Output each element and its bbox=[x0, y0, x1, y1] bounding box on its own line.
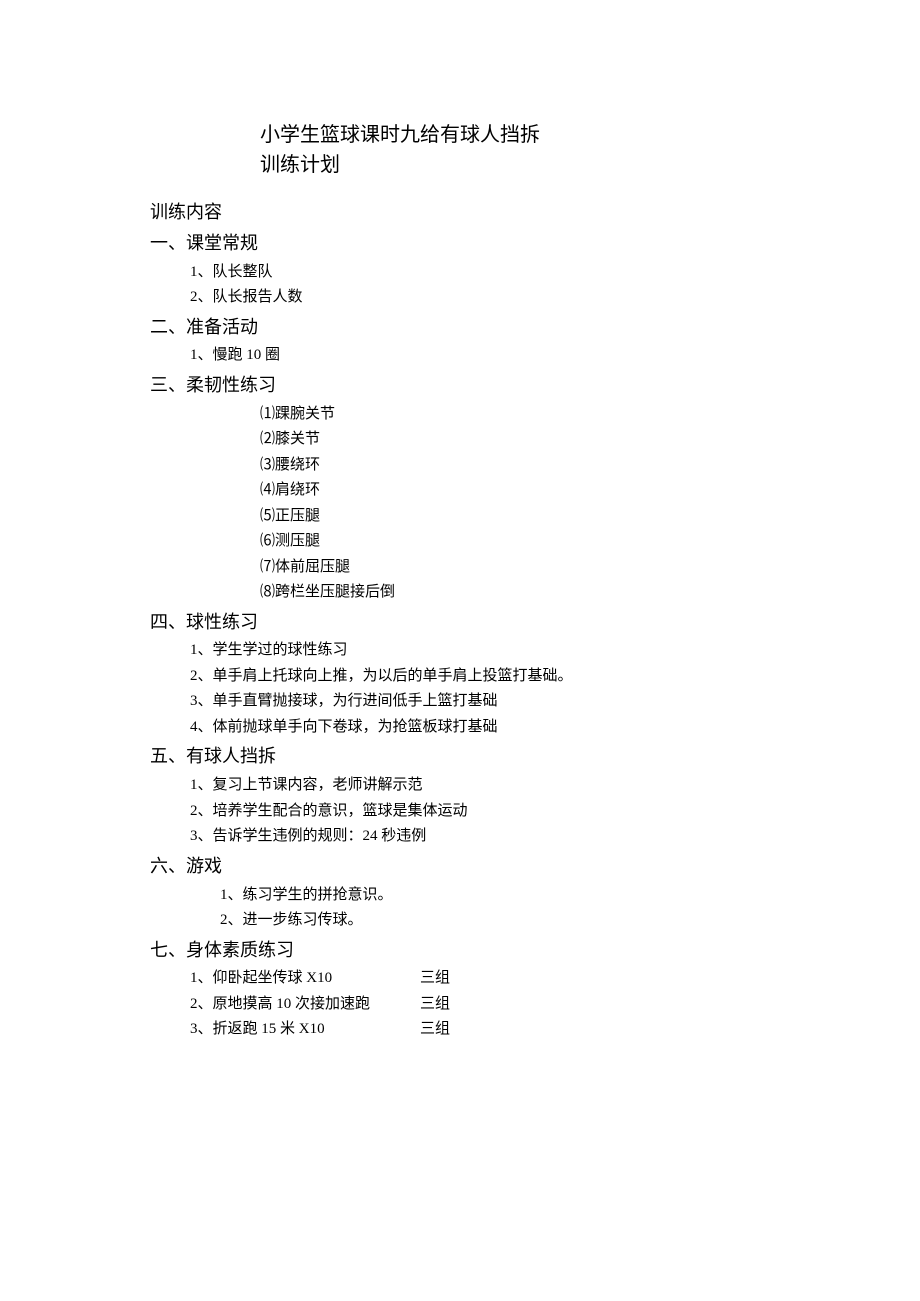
exercise-sets: 三组 bbox=[420, 1017, 480, 1043]
list-item: ⑷肩绕环 bbox=[260, 478, 770, 504]
section-1-heading: 一、课堂常规 bbox=[150, 229, 770, 258]
list-item: 3、单手直臂抛接球，为行进间低手上篮打基础 bbox=[190, 689, 770, 715]
list-item: 2、培养学生配合的意识，篮球是集体运动 bbox=[190, 799, 770, 825]
table-row: 1、仰卧起坐传球 X10 三组 bbox=[190, 966, 770, 992]
document-title: 小学生篮球课时九给有球人挡拆 训练计划 bbox=[260, 120, 770, 180]
list-item: ⑸正压腿 bbox=[260, 504, 770, 530]
section-6-heading: 六、游戏 bbox=[150, 852, 770, 881]
list-item: 1、复习上节课内容，老师讲解示范 bbox=[190, 773, 770, 799]
list-item: ⑺体前屈压腿 bbox=[260, 555, 770, 581]
list-item: 1、慢跑 10 圈 bbox=[190, 343, 770, 369]
list-item: ⑴踝腕关节 bbox=[260, 402, 770, 428]
title-line-2: 训练计划 bbox=[260, 150, 770, 180]
list-item: 4、体前抛球单手向下卷球，为抢篮板球打基础 bbox=[190, 715, 770, 741]
list-item: 2、单手肩上托球向上推，为以后的单手肩上投篮打基础。 bbox=[190, 664, 770, 690]
section-5-heading: 五、有球人挡拆 bbox=[150, 742, 770, 771]
list-item: ⑻跨栏坐压腿接后倒 bbox=[260, 580, 770, 606]
exercise-name: 2、原地摸高 10 次接加速跑 bbox=[190, 992, 420, 1018]
list-item: 1、队长整队 bbox=[190, 260, 770, 286]
section-4-heading: 四、球性练习 bbox=[150, 608, 770, 637]
list-item: 2、进一步练习传球。 bbox=[220, 908, 770, 934]
list-item: 3、告诉学生违例的规则：24 秒违例 bbox=[190, 824, 770, 850]
section-7-heading: 七、身体素质练习 bbox=[150, 936, 770, 965]
exercise-name: 3、折返跑 15 米 X10 bbox=[190, 1017, 420, 1043]
exercise-sets: 三组 bbox=[420, 992, 480, 1018]
table-row: 3、折返跑 15 米 X10 三组 bbox=[190, 1017, 770, 1043]
list-item: ⑶腰绕环 bbox=[260, 453, 770, 479]
section-3-heading: 三、柔韧性练习 bbox=[150, 371, 770, 400]
list-item: 2、队长报告人数 bbox=[190, 285, 770, 311]
section-2-heading: 二、准备活动 bbox=[150, 313, 770, 342]
list-item: ⑹测压腿 bbox=[260, 529, 770, 555]
list-item: 1、练习学生的拼抢意识。 bbox=[220, 883, 770, 909]
title-line-1: 小学生篮球课时九给有球人挡拆 bbox=[260, 120, 770, 150]
list-item: 1、学生学过的球性练习 bbox=[190, 638, 770, 664]
content-heading: 训练内容 bbox=[150, 198, 770, 227]
list-item: ⑵膝关节 bbox=[260, 427, 770, 453]
table-row: 2、原地摸高 10 次接加速跑 三组 bbox=[190, 992, 770, 1018]
exercise-sets: 三组 bbox=[420, 966, 480, 992]
exercise-name: 1、仰卧起坐传球 X10 bbox=[190, 966, 420, 992]
